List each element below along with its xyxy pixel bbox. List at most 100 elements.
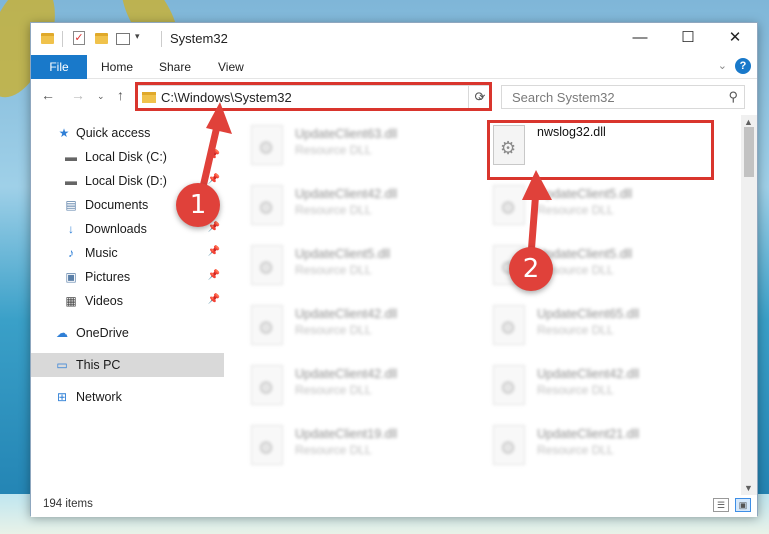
file-item[interactable]: ⚙ UpdateClient5.dll Resource DLL — [247, 243, 477, 291]
file-name: UpdateClient42.dll — [295, 367, 398, 381]
pin-icon[interactable]: 📌 — [208, 294, 220, 305]
sidebar-item-label: Downloads — [85, 222, 147, 236]
search-icon[interactable]: ⚲ — [728, 89, 738, 105]
expand-ribbon-icon[interactable]: ⌄ — [718, 59, 727, 72]
title-bar: ✓ ▾ System32 — ☐ ✕ — [31, 23, 757, 55]
scroll-thumb[interactable] — [744, 127, 754, 177]
sidebar-item-music[interactable]: ♪ Music 📌 — [31, 241, 224, 265]
minimize-button[interactable]: — — [617, 23, 663, 55]
sidebar-item-label: Local Disk (D:) — [85, 174, 167, 188]
file-type: Resource DLL — [537, 443, 614, 457]
file-type: Resource DLL — [295, 383, 372, 397]
file-list: ⚙ UpdateClient63.dll Resource DLL ⚙ Upda… — [227, 115, 743, 495]
window-title: System32 — [170, 31, 228, 46]
tab-home[interactable]: Home — [101, 55, 133, 79]
network-icon: ⊞ — [56, 390, 68, 404]
item-count: 194 items — [43, 498, 93, 510]
dll-file-icon: ⚙ — [251, 365, 283, 405]
explorer-window: ✓ ▾ System32 — ☐ ✕ File Home Share View … — [30, 22, 758, 517]
computer-icon: ▭ — [56, 358, 68, 372]
new-folder-icon[interactable] — [95, 33, 108, 44]
properties-check-icon[interactable]: ✓ — [73, 31, 85, 45]
cloud-icon: ☁ — [56, 326, 68, 340]
file-type: Resource DLL — [295, 263, 372, 277]
sidebar-item-videos[interactable]: ▦ Videos 📌 — [31, 289, 224, 313]
sidebar-item-this-pc[interactable]: ▭ This PC — [31, 353, 224, 377]
file-type: Resource DLL — [295, 443, 372, 457]
divider — [161, 31, 162, 47]
star-icon: ★ — [58, 126, 70, 140]
help-icon[interactable]: ? — [735, 58, 751, 74]
status-bar: 194 items ☰ ▣ — [31, 495, 757, 517]
file-item[interactable]: ⚙ UpdateClient63.dll Resource DLL — [247, 123, 477, 171]
file-item[interactable]: ⚙ UpdateClient42.dll Resource DLL — [247, 303, 477, 351]
file-type: Resource DLL — [537, 323, 614, 337]
file-name: UpdateClient5.dll — [295, 247, 391, 261]
videos-icon: ▦ — [65, 294, 77, 308]
chevron-down-icon[interactable]: ▾ — [135, 31, 140, 47]
dll-file-icon: ⚙ — [251, 305, 283, 345]
file-type: Resource DLL — [537, 383, 614, 397]
sidebar-item-label: Pictures — [85, 270, 131, 284]
dll-file-icon: ⚙ — [251, 425, 283, 465]
large-icons-view-icon[interactable]: ▣ — [735, 498, 751, 512]
dll-file-icon: ⚙ — [251, 125, 283, 165]
sidebar-item-network[interactable]: ⊞ Network — [31, 385, 224, 409]
up-arrow-icon[interactable]: ↑ — [117, 87, 124, 103]
divider — [62, 31, 63, 47]
dll-file-icon: ⚙ — [493, 365, 525, 405]
file-item[interactable]: ⚙ UpdateClient65.dll Resource DLL — [489, 303, 719, 351]
tab-file[interactable]: File — [31, 55, 87, 79]
file-name: UpdateClient19.dll — [295, 427, 398, 441]
documents-icon: ▤ — [65, 198, 77, 212]
file-item[interactable]: ⚙ UpdateClient21.dll Resource DLL — [489, 423, 719, 471]
sidebar-item-label: This PC — [76, 358, 121, 372]
tab-view[interactable]: View — [218, 55, 244, 79]
sidebar-item-label: Documents — [85, 198, 149, 212]
dll-file-icon: ⚙ — [493, 305, 525, 345]
file-name: UpdateClient42.dll — [537, 367, 640, 381]
pictures-icon: ▣ — [65, 270, 77, 284]
file-item[interactable]: ⚙ UpdateClient42.dll Resource DLL — [489, 363, 719, 411]
dll-file-icon: ⚙ — [251, 245, 283, 285]
forward-arrow-icon[interactable]: → — [71, 87, 85, 103]
dll-file-icon: ⚙ — [493, 425, 525, 465]
sidebar-item-label: Quick access — [76, 126, 151, 140]
recent-locations-icon[interactable]: ⌄ — [97, 91, 105, 102]
sidebar-item-label: OneDrive — [76, 326, 129, 340]
navigation-bar: ← → ⌄ ↑ C:\Windows\System32 ⌄ ⟳ Search S… — [31, 79, 757, 115]
close-button[interactable]: ✕ — [712, 23, 758, 55]
scroll-down-icon[interactable]: ▼ — [744, 483, 753, 493]
sidebar-item-onedrive[interactable]: ☁ OneDrive — [31, 321, 224, 345]
file-item[interactable]: ⚙ UpdateClient42.dll Resource DLL — [247, 183, 477, 231]
dll-file-icon: ⚙ — [251, 185, 283, 225]
download-icon: ↓ — [68, 222, 74, 236]
file-item[interactable]: ⚙ UpdateClient19.dll Resource DLL — [247, 423, 477, 471]
ribbon-tabs: File Home Share View ⌄ ? — [31, 55, 757, 79]
file-name: UpdateClient42.dll — [295, 187, 398, 201]
vertical-scrollbar[interactable]: ▲ ▼ — [741, 115, 757, 495]
file-type: Resource DLL — [295, 143, 372, 157]
back-arrow-icon[interactable]: ← — [41, 87, 55, 103]
drive-icon: ▬ — [65, 150, 77, 164]
sidebar-item-pictures[interactable]: ▣ Pictures 📌 — [31, 265, 224, 289]
file-item[interactable]: ⚙ UpdateClient42.dll Resource DLL — [247, 363, 477, 411]
drive-icon: ▬ — [65, 174, 77, 188]
sidebar-item-label: Music — [85, 246, 118, 260]
pin-icon[interactable]: 📌 — [208, 270, 220, 281]
maximize-button[interactable]: ☐ — [665, 23, 711, 55]
sidebar-item-label: Local Disk (C:) — [85, 150, 167, 164]
file-name: UpdateClient42.dll — [295, 307, 398, 321]
step-1-marker: 1 — [176, 183, 220, 227]
details-view-icon[interactable]: ☰ — [713, 498, 729, 512]
search-input[interactable]: Search System32 ⚲ — [501, 85, 745, 109]
file-name: UpdateClient65.dll — [537, 307, 640, 321]
sidebar-item-label: Videos — [85, 294, 123, 308]
pin-icon[interactable]: 📌 — [208, 246, 220, 257]
folder-icon[interactable] — [41, 33, 54, 44]
file-type: Resource DLL — [295, 323, 372, 337]
customize-icon[interactable] — [116, 33, 130, 45]
sidebar-item-label: Network — [76, 390, 122, 404]
tab-share[interactable]: Share — [159, 55, 191, 79]
scroll-up-icon[interactable]: ▲ — [744, 117, 753, 127]
